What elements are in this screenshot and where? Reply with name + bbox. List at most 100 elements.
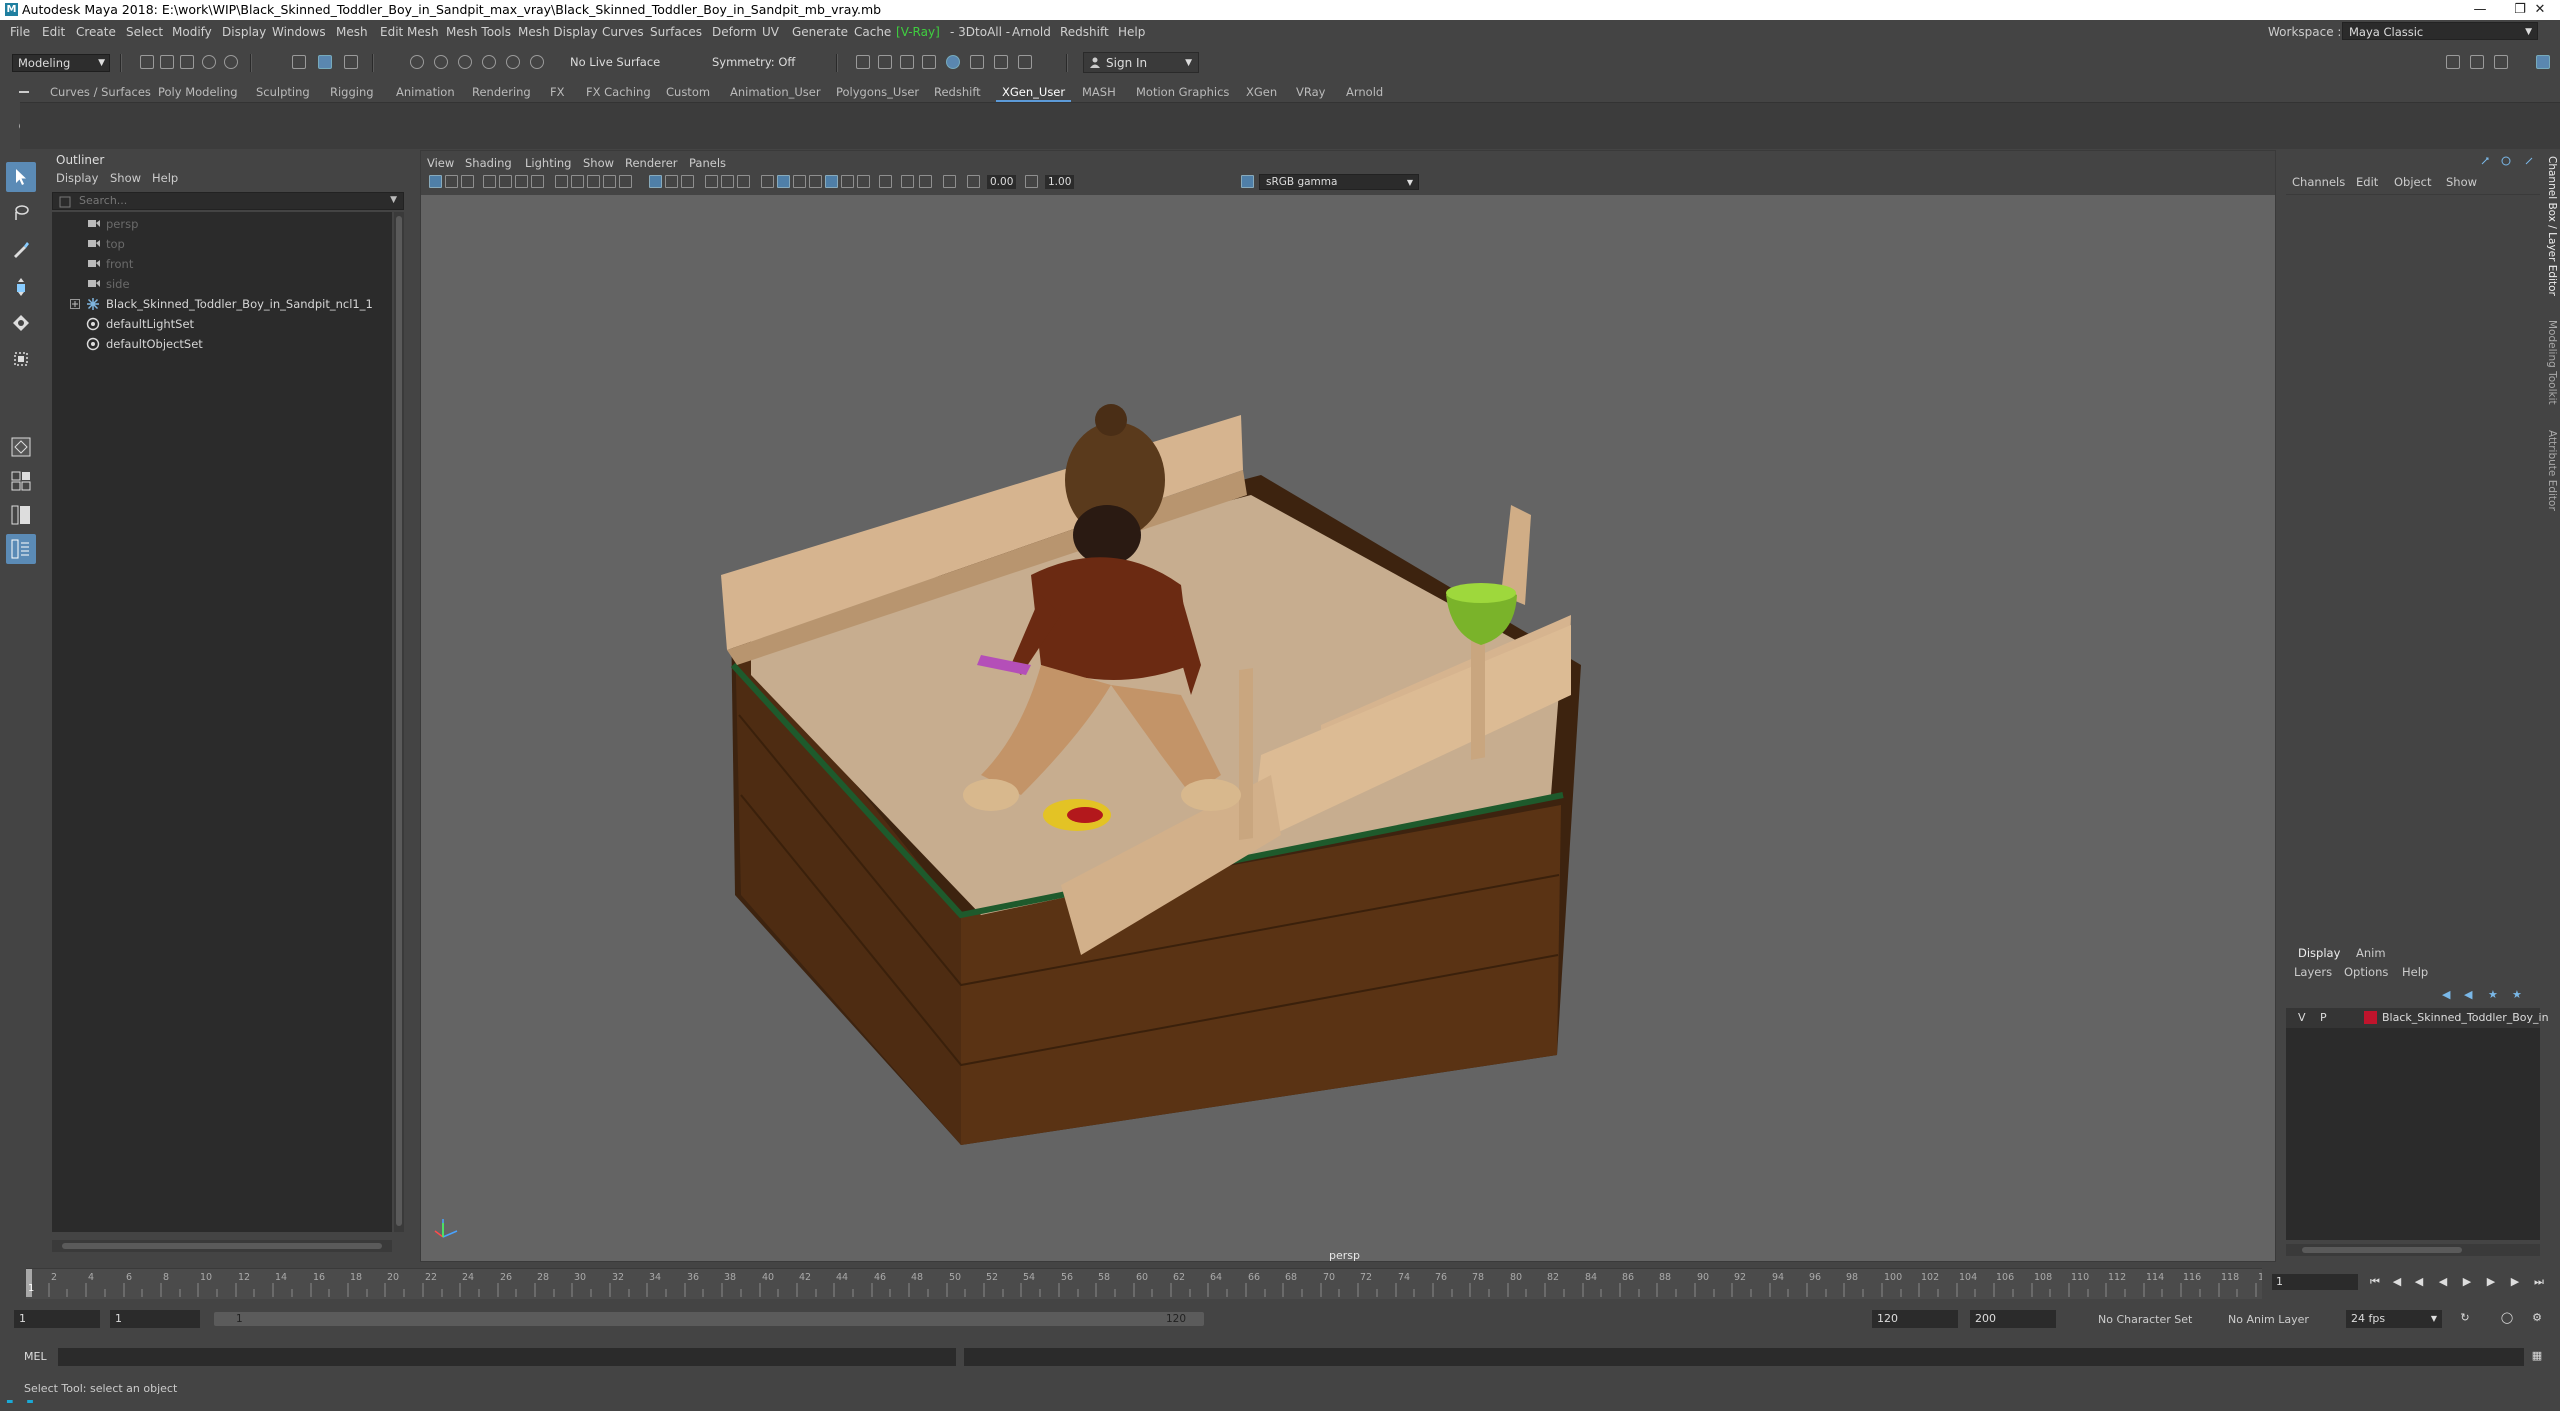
anti-aliasing-icon[interactable]: [857, 175, 870, 188]
outliner-vertical-scrollbar[interactable]: [394, 212, 404, 1232]
shelf-tab-rigging[interactable]: Rigging: [330, 85, 374, 99]
pause-icon[interactable]: [1018, 55, 1032, 69]
hud-icon[interactable]: [943, 175, 956, 188]
paint-select-tool-icon[interactable]: [6, 234, 36, 264]
channel-menu-channels[interactable]: Channels: [2292, 175, 2345, 189]
shadows-icon[interactable]: [809, 175, 822, 188]
anim-layer-select[interactable]: No Anim Layer: [2228, 1313, 2309, 1326]
color-management-icon[interactable]: [1241, 175, 1254, 188]
layer-playback-toggle[interactable]: P: [2320, 1011, 2327, 1024]
layer-row[interactable]: V P Black_Skinned_Toddler_Boy_in: [2286, 1008, 2549, 1028]
depth-of-field-icon[interactable]: [919, 175, 932, 188]
persp-outliner-layout-icon[interactable]: [6, 500, 36, 530]
shelf-tab-fx[interactable]: FX: [550, 85, 565, 99]
shelf-tab-animation-user[interactable]: Animation_User: [730, 85, 821, 99]
menu-redshift[interactable]: Redshift: [1060, 25, 1109, 39]
render-sequence-icon[interactable]: [878, 55, 892, 69]
select-component-icon[interactable]: [344, 55, 358, 69]
scrollbar-thumb[interactable]: [62, 1243, 382, 1249]
render-settings-icon[interactable]: [922, 55, 936, 69]
menu-mesh-tools[interactable]: Mesh Tools: [446, 25, 511, 39]
menu-generate[interactable]: Generate: [792, 25, 848, 39]
wireframe-on-shaded-icon[interactable]: [681, 175, 694, 188]
use-default-material-icon[interactable]: [761, 175, 774, 188]
isolate-select-icon[interactable]: [879, 175, 892, 188]
rotate-tool-icon[interactable]: [6, 308, 36, 338]
outliner-menu-help[interactable]: Help: [152, 171, 178, 185]
menu-3dtoall[interactable]: - 3DtoAll -: [950, 25, 1010, 39]
snap-live-icon[interactable]: [506, 55, 520, 69]
play-forwards-icon[interactable]: ▶: [2460, 1276, 2474, 1288]
render-frame-icon[interactable]: [856, 55, 870, 69]
script-editor-icon[interactable]: ▦: [2530, 1350, 2544, 1362]
snap-point-icon[interactable]: [458, 55, 472, 69]
minimize-icon[interactable]: —: [2460, 0, 2500, 20]
auto-key-icon[interactable]: ◯: [2500, 1312, 2514, 1324]
open-scene-icon[interactable]: [160, 55, 174, 69]
wireframe-icon[interactable]: [649, 175, 662, 188]
shelf-tab-animation[interactable]: Animation: [396, 85, 455, 99]
viewport-menu-view[interactable]: View: [427, 156, 454, 170]
shelf-tab-polygons-user[interactable]: Polygons_User: [836, 85, 919, 99]
toggle-attribute-editor-icon[interactable]: [2470, 55, 2484, 69]
gate-mask-icon[interactable]: [587, 175, 600, 188]
shelf-tab-curves-surfaces[interactable]: Curves / Surfaces: [50, 85, 151, 99]
menu-set-select[interactable]: Modeling ▼: [12, 54, 110, 72]
ipr-render-icon[interactable]: [900, 55, 914, 69]
step-forward-frame-icon[interactable]: ▶: [2484, 1276, 2498, 1288]
menu-surfaces[interactable]: Surfaces: [650, 25, 702, 39]
shelf-menu-icon[interactable]: [18, 86, 30, 98]
scrollbar-thumb[interactable]: [2302, 1247, 2462, 1253]
menu-display[interactable]: Display: [222, 25, 266, 39]
lights-icon[interactable]: [793, 175, 806, 188]
lasso-tool-icon[interactable]: [6, 198, 36, 228]
menu-arnold[interactable]: Arnold: [1012, 25, 1051, 39]
resolution-gate-icon[interactable]: [571, 175, 584, 188]
snap-view-plane-icon[interactable]: [482, 55, 496, 69]
outliner-item-top[interactable]: top: [52, 234, 392, 254]
shelf-tab-arnold[interactable]: Arnold: [1346, 85, 1383, 99]
snap-grid-icon[interactable]: [410, 55, 424, 69]
shelf-tab-redshift[interactable]: Redshift: [934, 85, 981, 99]
menu-select[interactable]: Select: [126, 25, 163, 39]
exposure-field[interactable]: 0.00: [987, 175, 1017, 189]
viewport-menu-renderer[interactable]: Renderer: [625, 156, 678, 170]
image-plane-icon[interactable]: [483, 175, 496, 188]
shelf-tab-sculpting[interactable]: Sculpting: [256, 85, 310, 99]
side-tab-attribute-editor[interactable]: Attribute Editor: [2546, 430, 2558, 511]
live-surface-label[interactable]: No Live Surface: [570, 55, 660, 69]
save-scene-icon[interactable]: [180, 55, 194, 69]
shelf-tab-mash[interactable]: MASH: [1082, 85, 1116, 99]
motion-blur-icon[interactable]: [841, 175, 854, 188]
viewport-menu-shading[interactable]: Shading: [465, 156, 512, 170]
shelf-tab-motion-graphics[interactable]: Motion Graphics: [1136, 85, 1229, 99]
loop-icon[interactable]: ↻: [2458, 1312, 2472, 1324]
menu-modify[interactable]: Modify: [172, 25, 212, 39]
animation-preferences-icon[interactable]: ⚙: [2530, 1312, 2544, 1324]
move-layer-up-icon[interactable]: ◀: [2442, 988, 2450, 1001]
shelf-tab-vray[interactable]: VRay: [1296, 85, 1325, 99]
xray-active-icon[interactable]: [901, 175, 914, 188]
outliner-item-persp[interactable]: persp: [52, 214, 392, 234]
symmetry-label[interactable]: Symmetry: Off: [712, 55, 795, 69]
current-frame-field[interactable]: 1: [2272, 1274, 2358, 1290]
animation-start-field[interactable]: 1: [14, 1310, 100, 1328]
view-transform-select[interactable]: sRGB gamma ▼: [1259, 174, 1419, 190]
outliner-item-front[interactable]: front: [52, 254, 392, 274]
shelf-tab-xgen-user[interactable]: XGen_User: [995, 85, 1072, 102]
time-slider-track[interactable]: 2 4 6 8 10 12 14 16 18 20 22 24 26 28 30 32 34 36 38 40 42 44…: [26, 1268, 2262, 1299]
layer-menu-options[interactable]: Options: [2344, 965, 2388, 979]
outliner-menu-show[interactable]: Show: [110, 171, 141, 185]
move-layer-down-icon[interactable]: ◀: [2464, 988, 2472, 1001]
playback-start-field[interactable]: 1: [110, 1310, 200, 1328]
toggle-channel-box-icon[interactable]: [2536, 55, 2550, 69]
new-layer-icon[interactable]: ★: [2488, 988, 2498, 1001]
channel-menu-edit[interactable]: Edit: [2356, 175, 2378, 189]
viewport-scene[interactable]: persp: [421, 195, 2275, 1261]
outliner-item-default-light-set[interactable]: defaultLightSet: [52, 314, 392, 334]
side-tab-channel-box[interactable]: Channel Box / Layer Editor: [2546, 156, 2558, 296]
close-icon[interactable]: ✕: [2520, 0, 2560, 20]
step-back-frame-icon[interactable]: ◀: [2412, 1276, 2426, 1288]
menu-edit[interactable]: Edit: [42, 25, 65, 39]
go-to-start-icon[interactable]: ⏮: [2368, 1276, 2382, 1288]
